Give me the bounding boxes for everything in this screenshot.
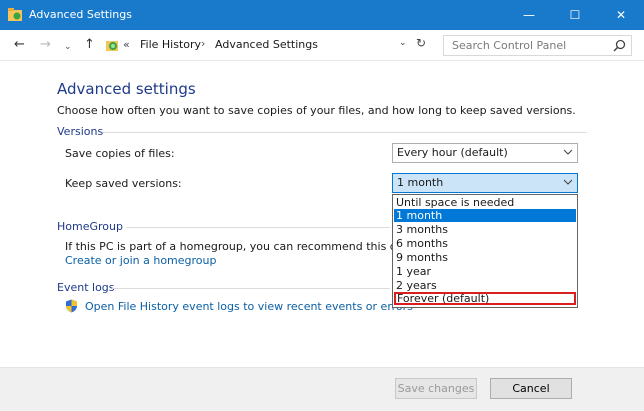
homegroup-description: If this PC is part of a homegroup, you c… [65, 240, 433, 253]
file-history-icon [8, 8, 22, 21]
option-until-space-needed[interactable]: Until space is needed [394, 196, 576, 209]
page-title: Advanced settings [57, 80, 196, 98]
option-9-months[interactable]: 9 months [394, 251, 576, 264]
search-input[interactable] [452, 38, 602, 53]
keep-versions-label: Keep saved versions: [65, 177, 182, 190]
search-icon[interactable] [613, 39, 626, 52]
shield-icon [66, 299, 77, 313]
back-arrow-icon[interactable]: ← [14, 37, 25, 53]
option-3-months[interactable]: 3 months [394, 223, 576, 236]
breadcrumb-separator[interactable]: › [201, 37, 205, 50]
keep-versions-dropdown-list: Until space is needed 1 month 3 months 6… [392, 194, 578, 308]
address-bar: ← → ⌄ ↑ « File History › Advanced Settin… [0, 30, 644, 61]
breadcrumb-overflow[interactable]: « [123, 38, 130, 51]
page-description: Choose how often you want to save copies… [57, 104, 576, 117]
event-logs-link[interactable]: Open File History event logs to view rec… [85, 300, 413, 313]
option-2-years[interactable]: 2 years [394, 279, 576, 292]
address-field[interactable]: « File History › Advanced Settings ⌄ ↻ [103, 35, 436, 56]
window-title: Advanced Settings [29, 8, 132, 21]
versions-group-label: Versions [57, 125, 104, 138]
option-1-month[interactable]: 1 month [394, 209, 576, 222]
up-arrow-icon[interactable]: ↑ [84, 37, 95, 53]
chevron-down-icon [563, 149, 573, 155]
chevron-down-icon [563, 179, 573, 185]
footer-bar: Save changes Cancel [0, 367, 644, 411]
control-panel-icon [106, 41, 118, 51]
versions-divider [103, 132, 587, 133]
event-logs-group-label: Event logs [57, 281, 115, 294]
save-changes-button[interactable]: Save changes [395, 378, 477, 399]
homegroup-group-label: HomeGroup [57, 220, 123, 233]
title-bar: Advanced Settings — ☐ ✕ [0, 0, 644, 30]
maximize-button[interactable]: ☐ [552, 0, 598, 30]
minimize-button[interactable]: — [506, 0, 552, 30]
create-homegroup-link[interactable]: Create or join a homegroup [65, 254, 216, 267]
option-1-year[interactable]: 1 year [394, 265, 576, 278]
search-box[interactable] [443, 35, 632, 56]
breadcrumb-file-history[interactable]: File History [140, 38, 201, 51]
cancel-button[interactable]: Cancel [490, 378, 572, 399]
save-copies-label: Save copies of files: [65, 147, 175, 160]
breadcrumb-advanced-settings[interactable]: Advanced Settings [215, 38, 318, 51]
option-forever-default[interactable]: Forever (default) [394, 292, 576, 305]
save-copies-value: Every hour (default) [397, 146, 508, 159]
save-copies-select[interactable]: Every hour (default) [392, 143, 578, 163]
event-logs-divider [112, 288, 390, 289]
close-button[interactable]: ✕ [598, 0, 644, 30]
address-dropdown-icon[interactable]: ⌄ [399, 38, 407, 48]
keep-versions-value: 1 month [397, 176, 444, 189]
homegroup-divider [126, 227, 390, 228]
keep-versions-select[interactable]: 1 month [392, 173, 578, 193]
refresh-icon[interactable]: ↻ [416, 36, 426, 50]
forward-arrow-icon[interactable]: → [40, 37, 51, 53]
option-6-months[interactable]: 6 months [394, 237, 576, 250]
recent-locations-chevron-icon[interactable]: ⌄ [64, 39, 72, 55]
